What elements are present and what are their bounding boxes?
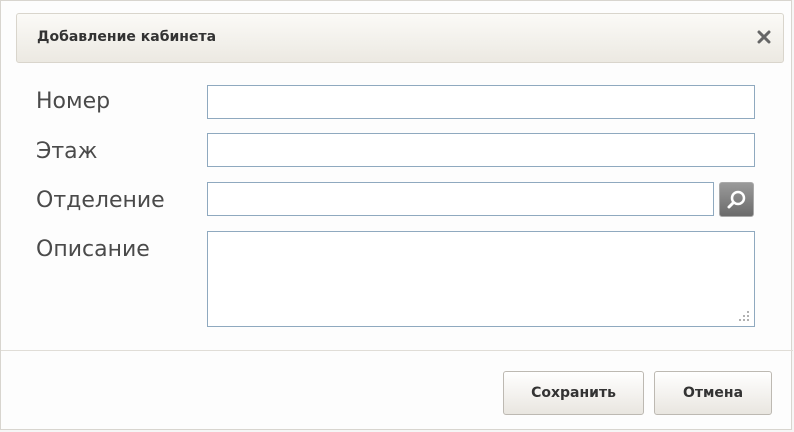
floor-input[interactable] bbox=[207, 133, 755, 167]
number-input[interactable] bbox=[207, 85, 755, 119]
dialog-title: Добавление кабинета bbox=[37, 29, 217, 45]
add-room-dialog: Добавление кабинета Номер Этаж Отделение… bbox=[0, 0, 793, 430]
description-textarea[interactable] bbox=[207, 231, 755, 327]
dialog-titlebar: Добавление кабинета bbox=[16, 13, 784, 63]
description-label: Описание bbox=[36, 237, 150, 262]
floor-label: Этаж bbox=[36, 139, 98, 164]
department-search-button[interactable] bbox=[719, 182, 754, 217]
save-button[interactable]: Сохранить bbox=[503, 371, 644, 415]
department-input[interactable] bbox=[207, 182, 714, 216]
close-icon bbox=[757, 30, 771, 44]
footer-divider bbox=[1, 350, 793, 351]
department-label: Отделение bbox=[36, 188, 165, 213]
number-label: Номер bbox=[36, 89, 111, 114]
resize-grip-icon[interactable] bbox=[738, 310, 750, 322]
close-button[interactable] bbox=[751, 24, 777, 50]
search-icon bbox=[727, 190, 745, 208]
cancel-button[interactable]: Отмена bbox=[654, 371, 772, 415]
